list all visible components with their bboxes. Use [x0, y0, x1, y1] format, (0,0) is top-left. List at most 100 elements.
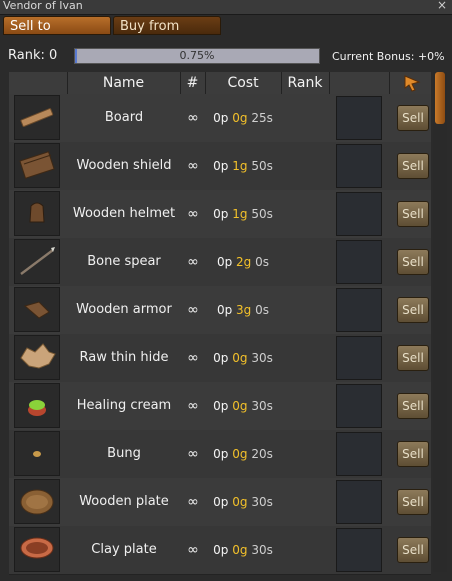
- cost-silver: 50s: [251, 159, 273, 173]
- item-slot[interactable]: [336, 96, 382, 140]
- cost-gold: 1g: [232, 207, 248, 221]
- item-slot[interactable]: [336, 528, 382, 572]
- sell-button[interactable]: Sell: [397, 153, 429, 179]
- board-icon: [20, 108, 54, 127]
- window-title: Vendor of Ivan: [3, 0, 83, 12]
- item-icon: [14, 527, 60, 572]
- table-row: Wooden plate ∞ 0p 0g 30s Sell: [9, 478, 431, 527]
- tab-buy-from[interactable]: Buy from: [113, 16, 221, 35]
- item-icon: [14, 143, 60, 188]
- table-row: Wooden shield ∞ 0p 1g 50s Sell: [9, 142, 431, 191]
- scrollbar-track[interactable]: [433, 72, 447, 572]
- rank-bar: Rank: 0 0.75% Current Bonus: +0%: [0, 44, 452, 68]
- cost-silver: 30s: [251, 351, 273, 365]
- sell-button[interactable]: Sell: [397, 345, 429, 371]
- item-qty: ∞: [187, 446, 199, 462]
- scrollbar-thumb[interactable]: [435, 72, 445, 124]
- item-slot[interactable]: [336, 384, 382, 428]
- cost-silver: 25s: [251, 111, 273, 125]
- item-rank: [281, 286, 329, 334]
- header-rank[interactable]: Rank: [281, 72, 330, 94]
- header-slot-col: [329, 72, 390, 94]
- item-cost: 0p 3g 0s: [205, 286, 281, 334]
- item-name: Board: [104, 110, 144, 125]
- sell-button[interactable]: Sell: [397, 201, 429, 227]
- rank-label: Rank: 0: [8, 48, 58, 63]
- sell-button[interactable]: Sell: [397, 105, 429, 131]
- clay-plate-icon: [20, 537, 54, 559]
- table-row: Bung ∞ 0p 0g 20s Sell: [9, 430, 431, 479]
- header-name[interactable]: Name: [67, 72, 181, 94]
- item-name: Clay plate: [91, 542, 157, 557]
- item-slot[interactable]: [336, 432, 382, 476]
- cost-silver: 30s: [251, 495, 273, 509]
- item-slot[interactable]: [336, 336, 382, 380]
- cost-gold: 0g: [232, 399, 248, 413]
- item-icon: [14, 431, 60, 476]
- item-rank: [281, 190, 329, 238]
- item-slot[interactable]: [336, 240, 382, 284]
- item-name: Wooden plate: [79, 494, 169, 509]
- item-name: Wooden helmet: [72, 206, 176, 221]
- window-titlebar: Vendor of Ivan ×: [0, 0, 452, 15]
- rank-progress: 0.75%: [74, 48, 320, 64]
- header-qty[interactable]: #: [180, 72, 206, 94]
- wooden-shield-icon: [19, 151, 55, 179]
- item-qty: ∞: [187, 350, 199, 366]
- item-icon: [14, 95, 60, 140]
- cost-gold: 0g: [232, 447, 248, 461]
- item-icon: [14, 191, 60, 236]
- item-cost: 0p 1g 50s: [205, 142, 281, 190]
- item-slot[interactable]: [336, 288, 382, 332]
- item-cost: 0p 0g 20s: [205, 430, 281, 478]
- cursor-arrow-icon[interactable]: [402, 74, 422, 92]
- item-icon: [14, 383, 60, 428]
- cost-platinum: 0p: [213, 495, 229, 509]
- item-rank: [281, 478, 329, 526]
- close-icon[interactable]: ×: [437, 0, 447, 12]
- bung-icon: [33, 451, 41, 457]
- item-rank: [281, 334, 329, 382]
- item-cost: 0p 0g 30s: [205, 478, 281, 526]
- sell-button[interactable]: Sell: [397, 537, 429, 563]
- cost-platinum: 0p: [213, 399, 229, 413]
- cost-platinum: 0p: [213, 351, 229, 365]
- item-cost: 0p 0g 25s: [205, 94, 281, 142]
- sell-button[interactable]: Sell: [397, 441, 429, 467]
- cost-silver: 20s: [251, 447, 273, 461]
- item-cost: 0p 0g 30s: [205, 382, 281, 430]
- item-slot[interactable]: [336, 480, 382, 524]
- cost-gold: 1g: [232, 159, 248, 173]
- item-slot[interactable]: [336, 192, 382, 236]
- item-name: Healing cream: [76, 398, 172, 413]
- wooden-helmet-icon: [29, 202, 45, 223]
- cost-gold: 3g: [236, 303, 252, 317]
- sell-button[interactable]: Sell: [397, 249, 429, 275]
- cost-gold: 0g: [232, 543, 248, 557]
- cost-platinum: 0p: [213, 447, 229, 461]
- item-name: Wooden armor: [76, 302, 172, 317]
- cost-platinum: 0p: [213, 543, 229, 557]
- sell-button[interactable]: Sell: [397, 393, 429, 419]
- table-header: Name # Cost Rank: [9, 72, 431, 95]
- raw-hide-icon: [20, 343, 56, 369]
- item-qty: ∞: [187, 398, 199, 414]
- sell-button[interactable]: Sell: [397, 489, 429, 515]
- tab-sell-to[interactable]: Sell to: [3, 16, 111, 35]
- table-row: Raw thin hide ∞ 0p 0g 30s Sell: [9, 334, 431, 383]
- sell-button[interactable]: Sell: [397, 297, 429, 323]
- rank-progress-text: 0.75%: [179, 49, 215, 62]
- table-row: Wooden helmet ∞ 0p 1g 50s Sell: [9, 190, 431, 239]
- item-icon: [14, 479, 60, 524]
- item-cost: 0p 0g 30s: [205, 526, 281, 574]
- cost-silver: 30s: [251, 543, 273, 557]
- wooden-plate-icon: [20, 489, 54, 515]
- item-name: Bung: [107, 446, 141, 461]
- item-slot[interactable]: [336, 144, 382, 188]
- bone-spear-icon: [20, 247, 55, 275]
- item-cost: 0p 2g 0s: [205, 238, 281, 286]
- cost-silver: 0s: [255, 255, 270, 269]
- item-qty: ∞: [187, 302, 199, 318]
- header-cost[interactable]: Cost: [205, 72, 282, 94]
- item-icon: [14, 287, 60, 332]
